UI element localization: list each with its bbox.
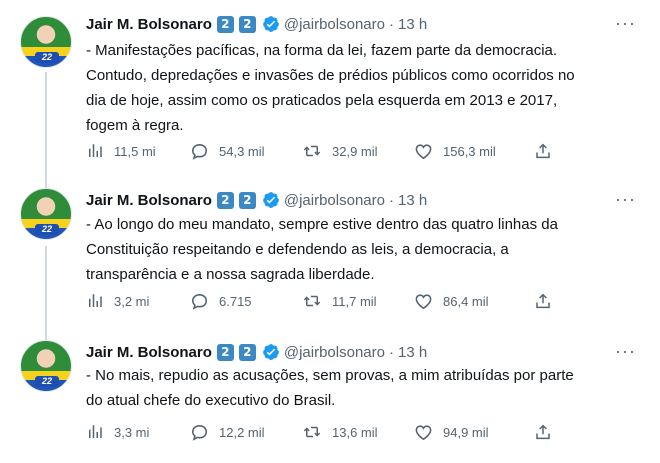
views-count: 3,2 mi [114, 293, 150, 309]
separator-dot: · [388, 15, 394, 33]
tweet-text-line: do atual chefe do executivo do Brasil. [86, 392, 336, 409]
reply-icon [191, 143, 208, 160]
thread-line [45, 246, 47, 340]
tweet-header: Jair M. Bolsonaro 2 2 @jairbolsonaro · 1… [86, 342, 427, 362]
like-count: 86,4 mil [443, 294, 489, 309]
avatar-badge: 22 [35, 52, 59, 63]
share-button[interactable] [534, 142, 552, 160]
heart-icon [415, 144, 432, 160]
keycap-digit: 2 [216, 15, 234, 33]
author-name[interactable]: Jair M. Bolsonaro [86, 192, 212, 209]
like-count: 94,9 mil [443, 425, 489, 440]
like-button[interactable]: 94,9 mil [414, 423, 489, 442]
tweet-thread: 22 Jair M. Bolsonaro 2 2 @jairbolsonaro … [0, 0, 660, 463]
tweet[interactable]: 22 Jair M. Bolsonaro 2 2 @jairbolsonaro … [0, 0, 660, 180]
tweet-text-line: dia de hoje, assim como os praticados pe… [86, 92, 558, 109]
avatar[interactable]: 22 [20, 188, 72, 240]
reply-button[interactable]: 54,3 mil [190, 142, 265, 161]
tweet-text: - Ao longo do meu mandato, sempre estive… [86, 212, 646, 287]
views-button[interactable]: 3,2 mi [86, 292, 149, 310]
share-button[interactable] [534, 292, 552, 310]
retweet-button[interactable]: 32,9 mil [302, 142, 378, 160]
share-icon [536, 293, 550, 309]
retweet-count: 11,7 mil [332, 293, 377, 309]
like-button[interactable]: 156,3 mil [414, 142, 496, 161]
heart-icon [415, 294, 432, 310]
reply-count: 12,2 mil [219, 425, 265, 440]
author-name[interactable]: Jair M. Bolsonaro [86, 344, 212, 361]
views-count: 3,3 mi [114, 424, 150, 440]
heart-icon [415, 425, 432, 441]
tweet-text: - No mais, repudio as acusações, sem pro… [86, 363, 646, 413]
analytics-icon [89, 425, 102, 438]
tweet-actions: 3,3 mi 12,2 mil 13,6 mil 94,9 mil [86, 423, 556, 443]
author-name[interactable]: Jair M. Bolsonaro [86, 16, 212, 33]
retweet-count: 13,6 mil [332, 424, 378, 440]
views-button[interactable]: 11,5 mi [86, 142, 156, 160]
share-icon [536, 424, 550, 440]
tweet-text-line: - No mais, repudio as acusações, sem pro… [86, 367, 574, 384]
tweet-actions: 3,2 mi 6.715 11,7 mil 86,4 mil [86, 292, 556, 312]
reply-count: 54,3 mil [219, 144, 265, 159]
author-handle[interactable]: @jairbolsonaro [284, 344, 385, 361]
more-options-icon[interactable]: ··· [615, 14, 636, 32]
like-button[interactable]: 86,4 mil [414, 292, 489, 311]
tweet-text-line: fogem à regra. [86, 117, 184, 134]
tweet-actions: 11,5 mi 54,3 mil 32,9 mil 156,3 mil [86, 142, 556, 162]
more-options-icon[interactable]: ··· [615, 190, 636, 208]
avatar-badge: 22 [35, 376, 59, 387]
tweet-text-line: Constituição respeitando e defendendo as… [86, 241, 509, 258]
reply-button[interactable]: 12,2 mil [190, 423, 265, 442]
more-options-icon[interactable]: ··· [615, 342, 636, 360]
retweet-button[interactable]: 13,6 mil [302, 423, 378, 441]
tweet-timestamp[interactable]: 13 h [398, 192, 427, 209]
tweet-text-line: - Manifestações pacíficas, na forma da l… [86, 42, 558, 59]
reply-count: 6.715 [219, 294, 252, 309]
analytics-icon [89, 294, 102, 307]
analytics-icon [89, 144, 102, 157]
retweet-count: 32,9 mil [332, 143, 378, 159]
retweet-icon [303, 145, 321, 157]
keycap-digit: 2 [238, 191, 256, 209]
verified-icon [262, 343, 280, 361]
reply-icon [191, 424, 208, 441]
retweet-button[interactable]: 11,7 mil [302, 292, 377, 310]
like-count: 156,3 mil [443, 144, 496, 159]
tweet-text-line: transparência e a nossa sagrada liberdad… [86, 266, 375, 283]
keycap-digit: 2 [238, 15, 256, 33]
separator-dot: · [388, 191, 394, 209]
retweet-icon [303, 295, 321, 307]
tweet-header: Jair M. Bolsonaro 2 2 @jairbolsonaro · 1… [86, 14, 427, 34]
keycap-digit: 2 [216, 191, 234, 209]
retweet-icon [303, 426, 321, 438]
tweet-timestamp[interactable]: 13 h [398, 344, 427, 361]
author-handle[interactable]: @jairbolsonaro [284, 192, 385, 209]
share-button[interactable] [534, 423, 552, 441]
views-count: 11,5 mi [114, 143, 156, 159]
views-button[interactable]: 3,3 mi [86, 423, 149, 441]
tweet-text-line: - Ao longo do meu mandato, sempre estive… [86, 216, 558, 233]
keycap-digit: 2 [238, 343, 256, 361]
verified-icon [262, 15, 280, 33]
tweet-timestamp[interactable]: 13 h [398, 16, 427, 33]
reply-button[interactable]: 6.715 [190, 292, 252, 311]
avatar[interactable]: 22 [20, 16, 72, 68]
avatar[interactable]: 22 [20, 340, 72, 392]
author-handle[interactable]: @jairbolsonaro [284, 16, 385, 33]
avatar-badge: 22 [35, 224, 59, 235]
separator-dot: · [388, 343, 394, 361]
verified-icon [262, 191, 280, 209]
tweet-text: - Manifestações pacíficas, na forma da l… [86, 38, 646, 138]
tweet-header: Jair M. Bolsonaro 2 2 @jairbolsonaro · 1… [86, 190, 427, 210]
keycap-digit: 2 [216, 343, 234, 361]
tweet-text-line: Contudo, depredações e invasões de prédi… [86, 67, 575, 84]
share-icon [536, 143, 550, 159]
reply-icon [191, 293, 208, 310]
